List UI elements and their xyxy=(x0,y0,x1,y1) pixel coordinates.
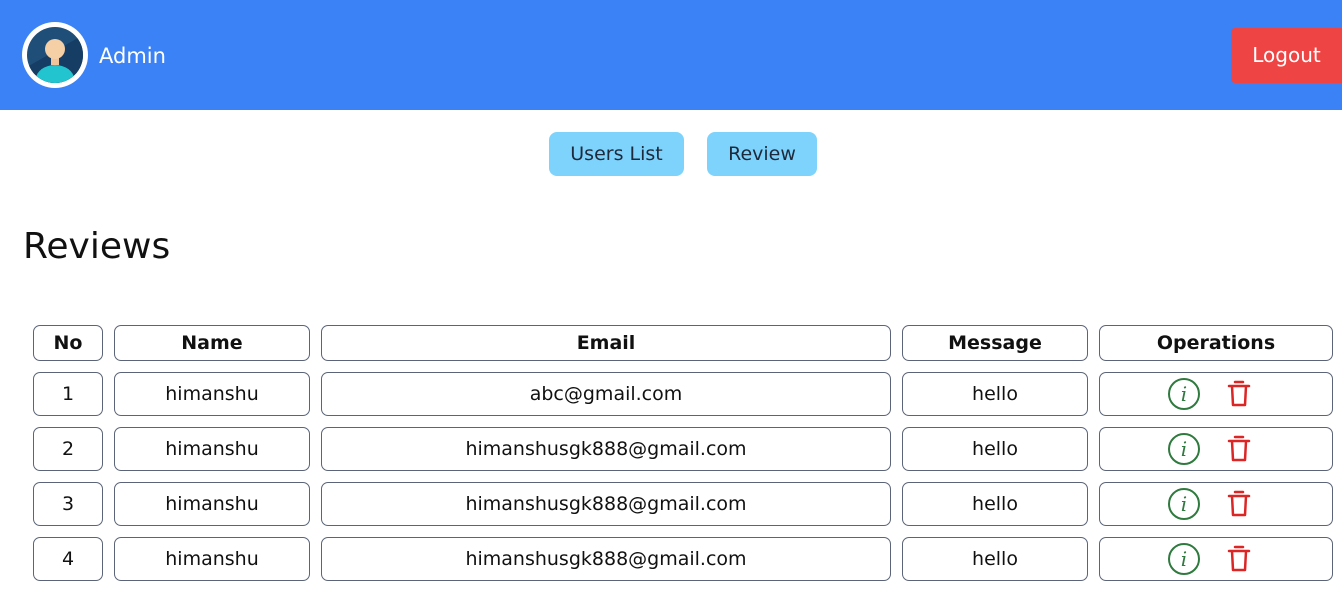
column-header-name: Name xyxy=(114,325,310,361)
row-1-email: abc@gmail.com xyxy=(321,372,891,416)
user-avatar-icon xyxy=(27,27,83,83)
column-header-message: Message xyxy=(902,325,1088,361)
info-icon[interactable]: i xyxy=(1167,487,1201,521)
row-3-operations: i xyxy=(1099,482,1333,526)
page-title: Reviews xyxy=(23,226,171,267)
row-2-no: 2 xyxy=(33,427,103,471)
row-1-no: 1 xyxy=(33,372,103,416)
row-4-message: hello xyxy=(902,537,1088,581)
row-3-email: himanshusgk888@gmail.com xyxy=(321,482,891,526)
row-1-message: hello xyxy=(902,372,1088,416)
info-icon[interactable]: i xyxy=(1167,377,1201,411)
row-3-name: himanshu xyxy=(114,482,310,526)
row-4-no: 4 xyxy=(33,537,103,581)
svg-text:i: i xyxy=(1181,437,1187,461)
trash-icon[interactable] xyxy=(1227,545,1251,573)
svg-text:i: i xyxy=(1181,382,1187,406)
row-3-message: hello xyxy=(902,482,1088,526)
info-icon[interactable]: i xyxy=(1167,542,1201,576)
avatar xyxy=(22,22,88,88)
row-1-operations: i xyxy=(1099,372,1333,416)
trash-icon[interactable] xyxy=(1227,435,1251,463)
logout-button[interactable]: Logout xyxy=(1231,28,1342,83)
users-list-button[interactable]: Users List xyxy=(549,132,684,176)
column-header-no: No xyxy=(33,325,103,361)
row-4-operations: i xyxy=(1099,537,1333,581)
top-navbar: Admin Logout xyxy=(0,0,1342,110)
row-4-email: himanshusgk888@gmail.com xyxy=(321,537,891,581)
row-4-name: himanshu xyxy=(114,537,310,581)
row-2-email: himanshusgk888@gmail.com xyxy=(321,427,891,471)
column-header-email: Email xyxy=(321,325,891,361)
review-button[interactable]: Review xyxy=(707,132,817,176)
trash-icon[interactable] xyxy=(1227,380,1251,408)
svg-text:i: i xyxy=(1181,492,1187,516)
trash-icon[interactable] xyxy=(1227,490,1251,518)
row-2-operations: i xyxy=(1099,427,1333,471)
row-3-no: 3 xyxy=(33,482,103,526)
row-1-name: himanshu xyxy=(114,372,310,416)
column-header-operations: Operations xyxy=(1099,325,1333,361)
row-2-message: hello xyxy=(902,427,1088,471)
admin-username: Admin xyxy=(99,44,166,68)
row-2-name: himanshu xyxy=(114,427,310,471)
info-icon[interactable]: i xyxy=(1167,432,1201,466)
svg-text:i: i xyxy=(1181,547,1187,571)
